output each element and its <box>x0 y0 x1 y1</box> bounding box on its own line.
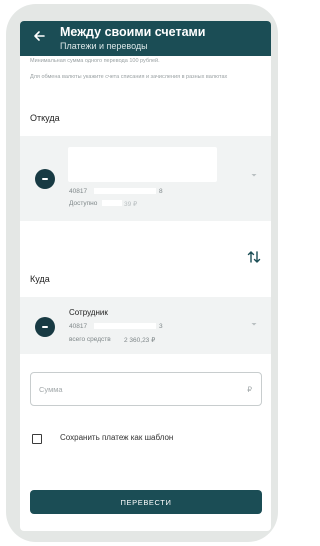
from-available-mask <box>102 200 122 206</box>
swap-arrows-icon[interactable] <box>246 250 262 264</box>
to-total-label: всего средств <box>69 336 111 343</box>
account-icon <box>35 317 55 337</box>
to-payee-name: Сотрудник <box>69 308 108 317</box>
chevron-down-icon[interactable] <box>249 319 259 329</box>
account-name-field <box>68 147 217 182</box>
page-subtitle: Платежи и переводы <box>60 41 148 51</box>
back-button[interactable] <box>28 25 50 47</box>
currency-sign: ₽ <box>247 385 252 394</box>
currency-exchange-hint: Для обмена валюты укажите счета списания… <box>30 74 228 80</box>
from-account-prefix: 40817 <box>69 188 88 195</box>
to-account-suffix: 3 <box>159 323 163 330</box>
from-available-amount: 39 ₽ <box>124 201 138 208</box>
to-label: Куда <box>30 274 50 284</box>
back-arrow-icon <box>34 31 45 41</box>
from-account-card[interactable]: 40817 8 Доступно 39 ₽ <box>20 136 271 221</box>
to-account-prefix: 40817 <box>69 323 88 330</box>
amount-field[interactable]: ₽ <box>30 372 262 406</box>
to-total-amount: 2 360,23 ₽ <box>124 337 156 344</box>
chevron-down-icon[interactable] <box>249 170 259 180</box>
transfer-button[interactable]: ПЕРЕВЕСТИ <box>30 490 262 514</box>
account-icon <box>35 169 55 189</box>
min-amount-hint: Минимальная сумма одного перевода 100 ру… <box>30 58 160 64</box>
screen: Между своими счетами Платежи и переводы … <box>20 21 271 531</box>
page-title: Между своими счетами <box>60 25 206 39</box>
save-template-checkbox[interactable] <box>32 434 42 444</box>
from-available-label: Доступно <box>69 200 98 207</box>
from-account-mask <box>94 188 156 194</box>
from-account-suffix: 8 <box>159 188 163 195</box>
to-account-card[interactable]: Сотрудник 40817 3 всего средств 2 360,23… <box>20 297 271 354</box>
from-label: Откуда <box>30 113 60 123</box>
save-template-label[interactable]: Сохранить платеж как шаблон <box>60 433 173 442</box>
amount-input[interactable] <box>39 373 239 405</box>
header: Между своими счетами Платежи и переводы <box>20 21 271 56</box>
to-account-mask <box>94 323 156 329</box>
